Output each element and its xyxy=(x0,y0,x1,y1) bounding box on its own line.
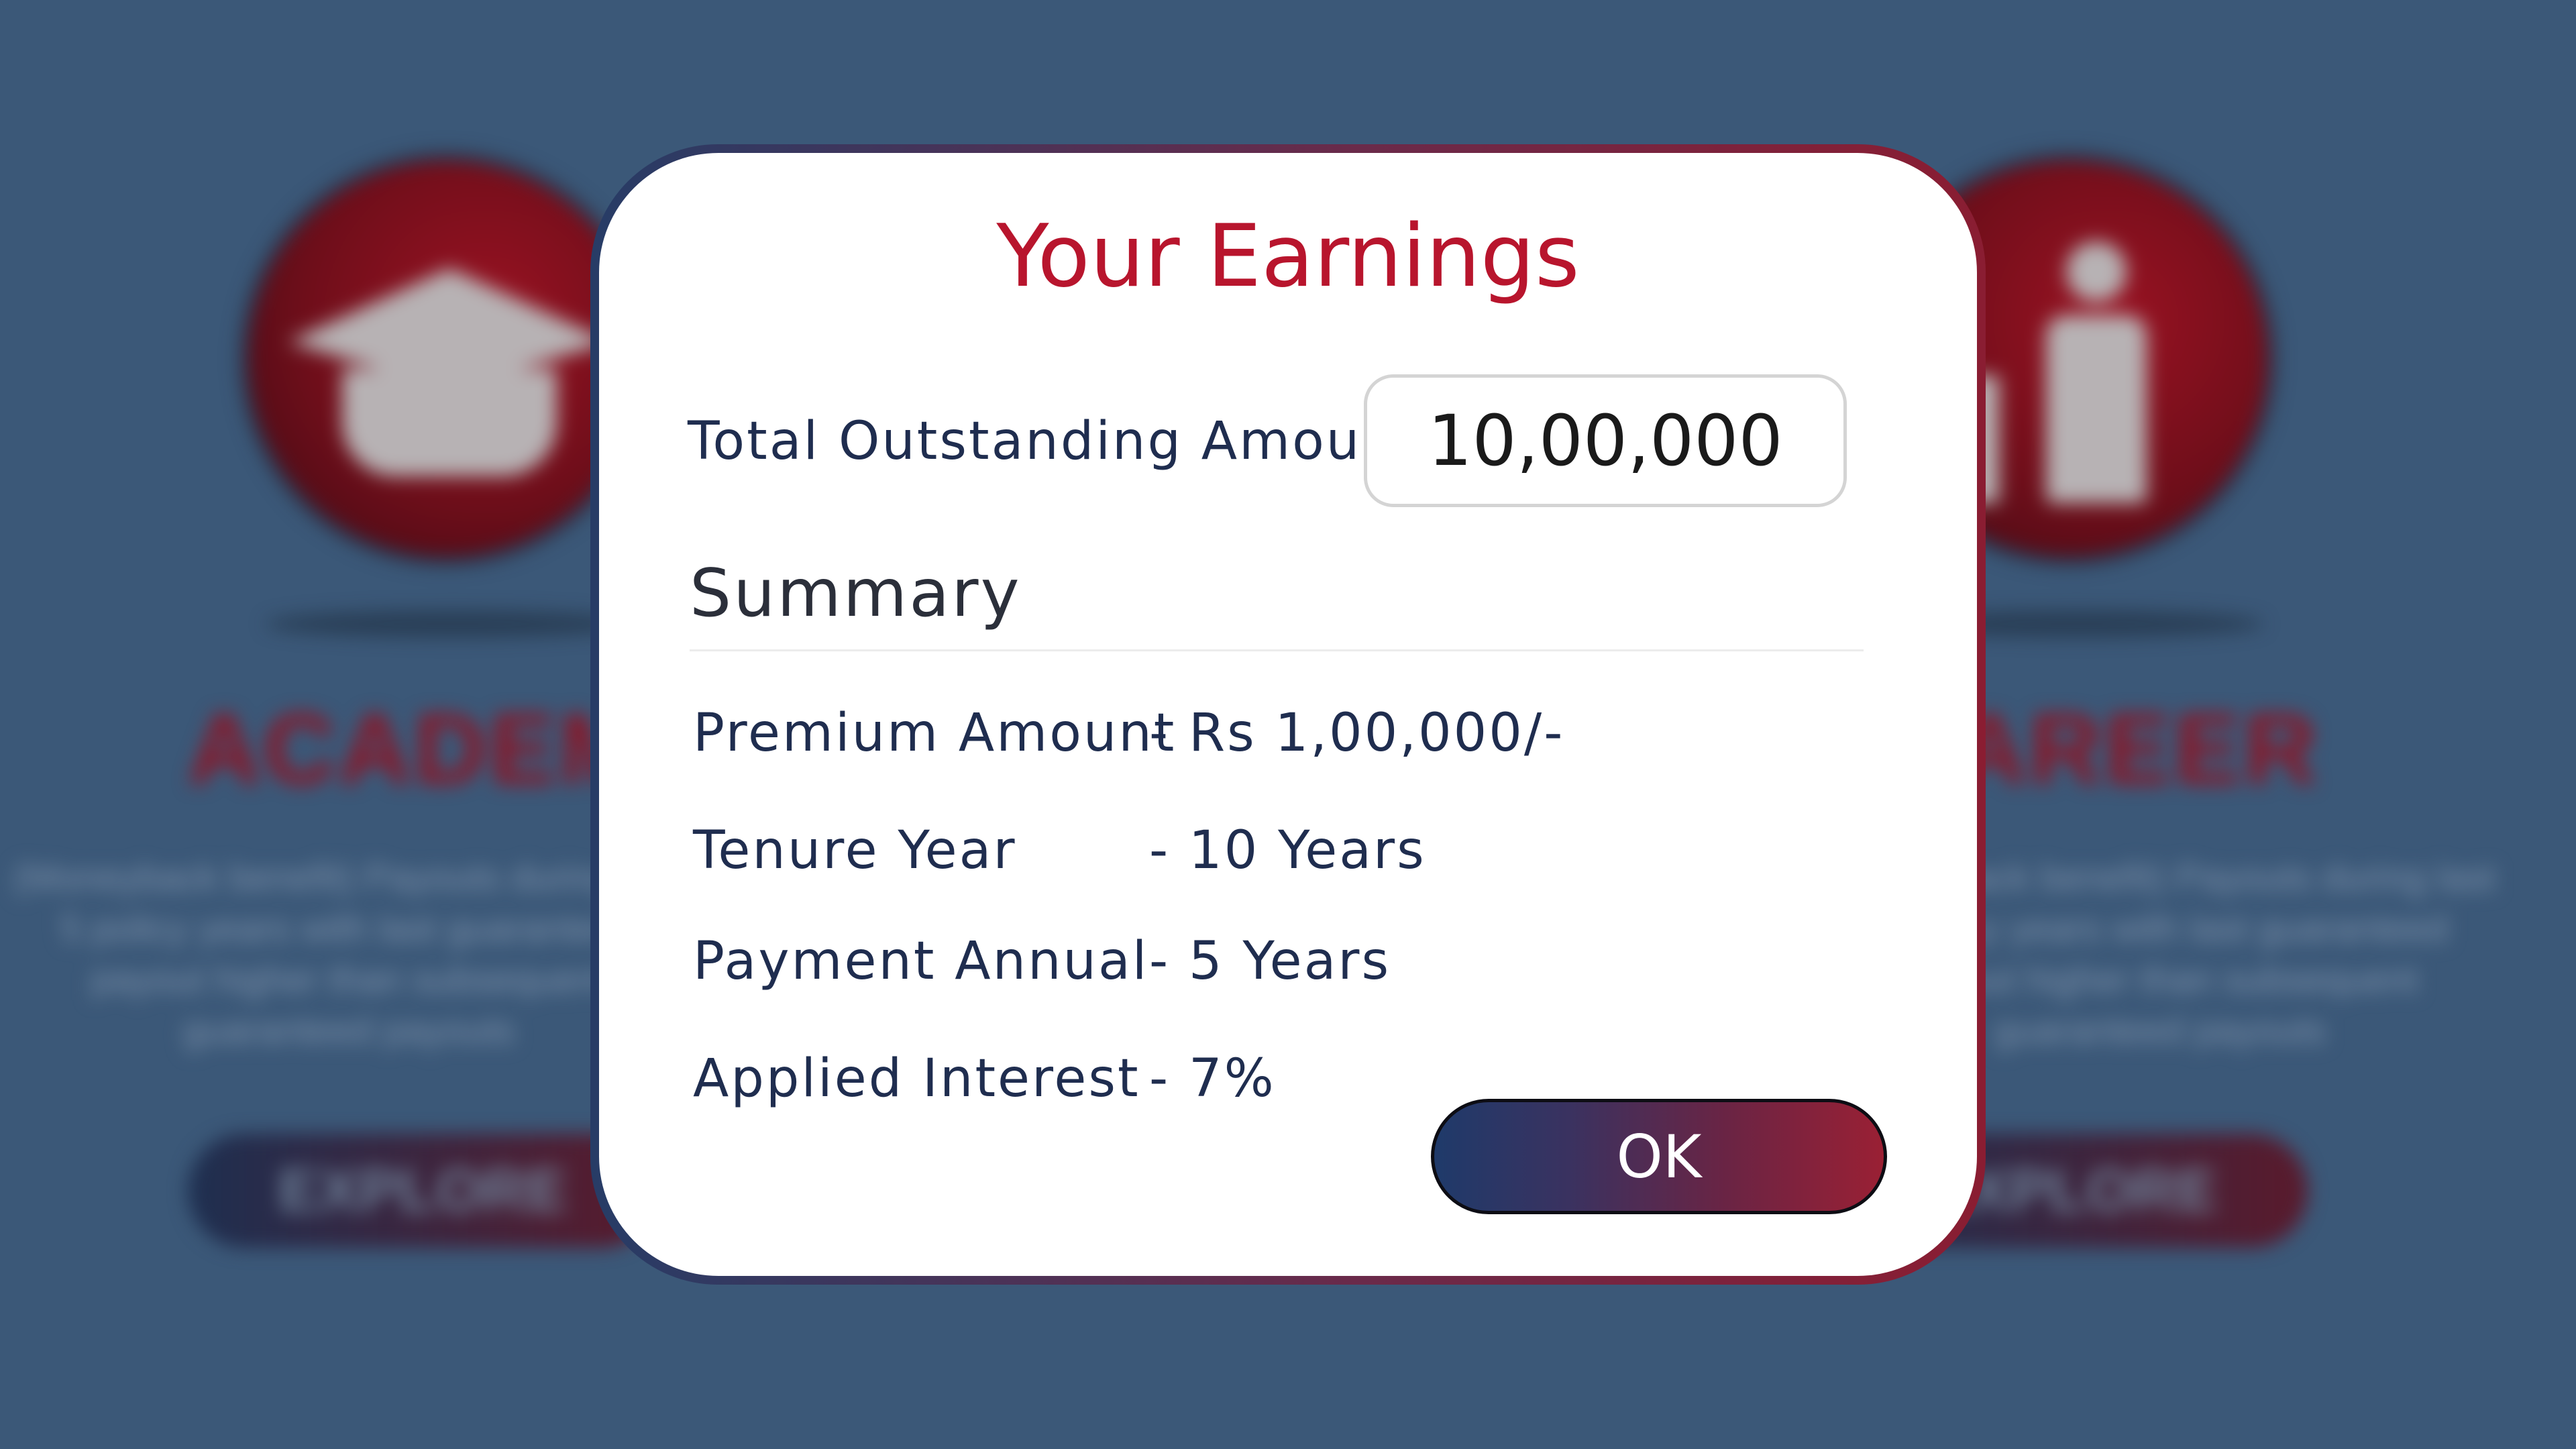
summary-divider xyxy=(690,649,1864,651)
academic-explore-button: EXPLORE xyxy=(188,1134,657,1248)
premium-amount-label: Premium Amount xyxy=(693,703,1177,763)
total-outstanding-label: Total Outstanding Amount xyxy=(688,411,1419,472)
academic-badge xyxy=(248,161,644,557)
ok-button[interactable]: OK xyxy=(1431,1099,1887,1214)
applied-interest-label: Applied Interest xyxy=(693,1049,1140,1109)
earnings-dialog: Your Earnings Total Outstanding Amount S… xyxy=(599,153,1977,1276)
academic-description: (Moneyback benefit) Payouts during last … xyxy=(13,856,684,1051)
premium-amount-value: - Rs 1,00,000/- xyxy=(1149,703,1565,763)
tenure-year-label: Tenure Year xyxy=(693,820,1017,881)
tenure-year-value: - 10 Years xyxy=(1149,820,1426,881)
screen: ACADEMIC CAREER (Moneyback benefit) Payo… xyxy=(0,0,2576,1449)
applied-interest-value: - 7% xyxy=(1149,1049,1276,1109)
summary-heading: Summary xyxy=(690,555,1022,632)
payment-annual-label: Payment Annual xyxy=(693,931,1149,991)
total-outstanding-field[interactable] xyxy=(1364,374,1847,507)
payment-annual-value: - 5 Years xyxy=(1149,931,1391,991)
academic-circle-shadow xyxy=(265,610,641,637)
dialog-title: Your Earnings xyxy=(996,207,1580,307)
